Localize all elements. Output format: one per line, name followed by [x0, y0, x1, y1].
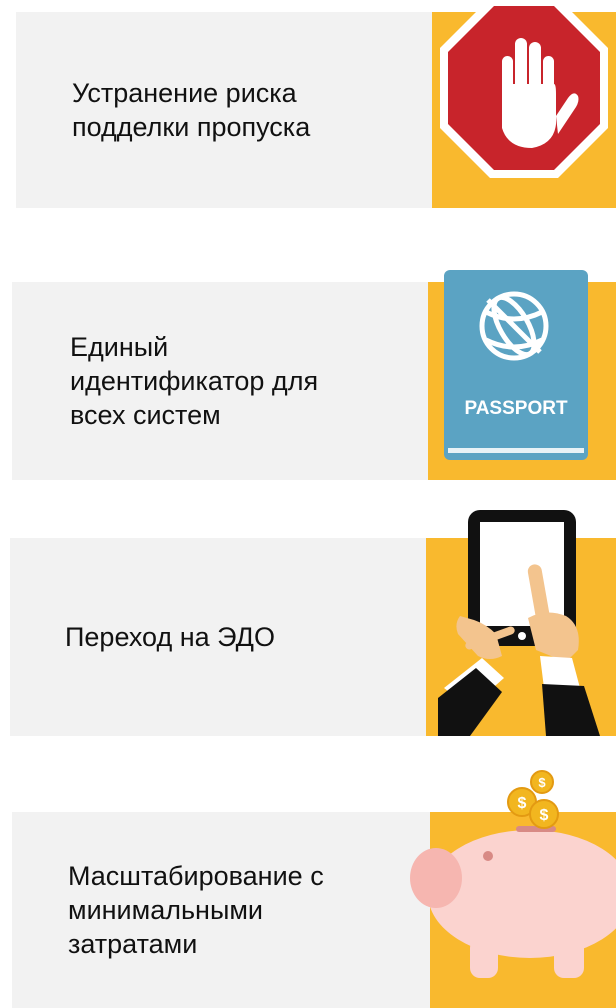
benefit-line: минимальными [68, 895, 263, 925]
benefit-line: Переход на ЭДО [65, 622, 275, 652]
benefit-text-3: Переход на ЭДО [10, 538, 426, 736]
benefit-card-4: Масштабирование с минимальными затратами [12, 812, 430, 1008]
benefit-line: всех систем [70, 400, 221, 430]
coin-symbol: $ [518, 795, 527, 812]
coin-symbol: $ [540, 807, 549, 824]
benefit-card-2: Единый идентификатор для всех систем [12, 282, 428, 480]
passport-icon: PASSPORT [428, 270, 616, 480]
benefit-line: подделки пропуска [72, 112, 311, 142]
tablet-touch-icon [426, 510, 616, 736]
benefit-line: Устранение риска [72, 78, 297, 108]
benefit-line: затратами [68, 929, 198, 959]
benefit-line: идентификатор для [70, 366, 319, 396]
benefit-text-2: Единый идентификатор для всех систем [12, 282, 428, 480]
benefit-card-1: Устранение риска подделки пропуска [16, 12, 432, 208]
coin-symbol: $ [538, 775, 546, 790]
piggy-bank-coins-icon: $ $ $ [410, 770, 616, 1008]
benefit-card-3: Переход на ЭДО [10, 538, 426, 736]
benefit-line: Единый [70, 332, 169, 362]
benefit-text-4: Масштабирование с минимальными затратами [12, 812, 430, 1008]
benefit-text-1: Устранение риска подделки пропуска [16, 12, 432, 208]
benefit-line: Масштабирование с [68, 861, 324, 891]
passport-label: PASSPORT [464, 398, 568, 419]
stop-hand-icon [432, 0, 616, 208]
